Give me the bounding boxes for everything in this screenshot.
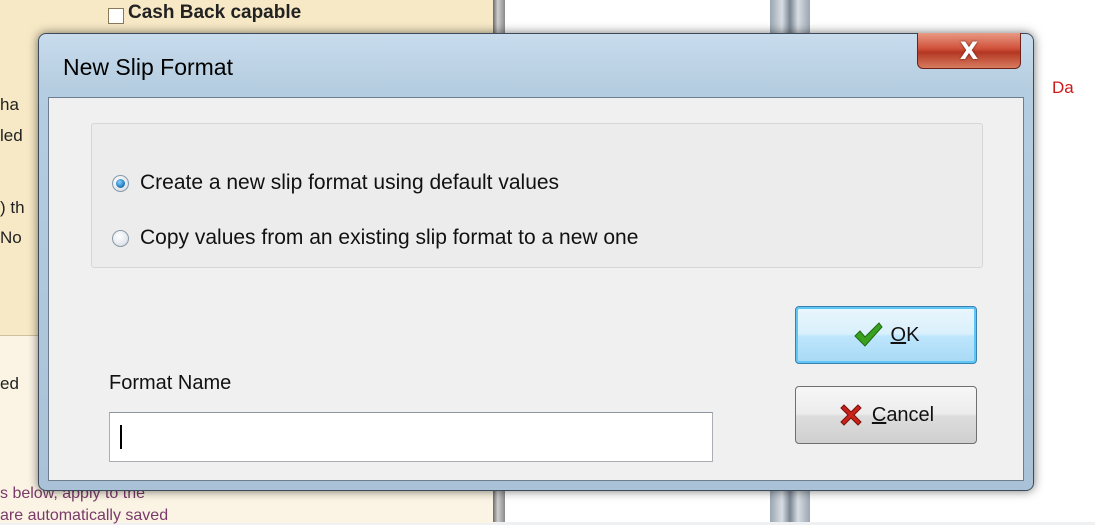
close-button[interactable]: X (917, 33, 1021, 69)
cancel-button[interactable]: Cancel (795, 386, 977, 444)
background-checkbox[interactable] (108, 8, 124, 24)
background-checkbox-label: Cash Back capable (128, 2, 302, 23)
format-option-group: Create a new slip format using default v… (91, 123, 983, 268)
ok-button-label: OK (890, 323, 920, 346)
background-text-fragment: No (0, 228, 22, 247)
radio-unchecked-icon[interactable] (112, 229, 129, 247)
text-cursor (120, 425, 122, 449)
x-icon (838, 402, 864, 428)
radio-checked-icon[interactable] (112, 174, 129, 192)
background-text-fragment: ed (0, 374, 19, 393)
cancel-button-label: Cancel (871, 403, 935, 426)
option-default-values[interactable]: Create a new slip format using default v… (112, 168, 559, 198)
background-text-fragment: ha (0, 95, 19, 114)
check-icon (853, 322, 883, 348)
background-text-fragment: ) th (0, 198, 25, 217)
background-red-text: Da (1052, 78, 1074, 97)
ok-button[interactable]: OK (795, 306, 977, 364)
dialog-client-area: Create a new slip format using default v… (48, 97, 1024, 481)
close-icon: X (959, 36, 979, 65)
new-slip-format-dialog: New Slip Format X Create a new slip form… (38, 33, 1034, 491)
format-name-label: Format Name (109, 372, 232, 394)
format-name-input[interactable] (109, 412, 713, 462)
background-bottom-text: are automatically saved (0, 507, 169, 524)
option-default-values-label: Create a new slip format using default v… (140, 171, 560, 194)
background-text-fragment: led (0, 126, 23, 145)
dialog-title: New Slip Format (63, 54, 233, 80)
dialog-titlebar[interactable]: New Slip Format X (39, 33, 1033, 98)
option-copy-existing-label: Copy values from an existing slip format… (140, 226, 639, 249)
option-copy-existing[interactable]: Copy values from an existing slip format… (112, 223, 638, 253)
